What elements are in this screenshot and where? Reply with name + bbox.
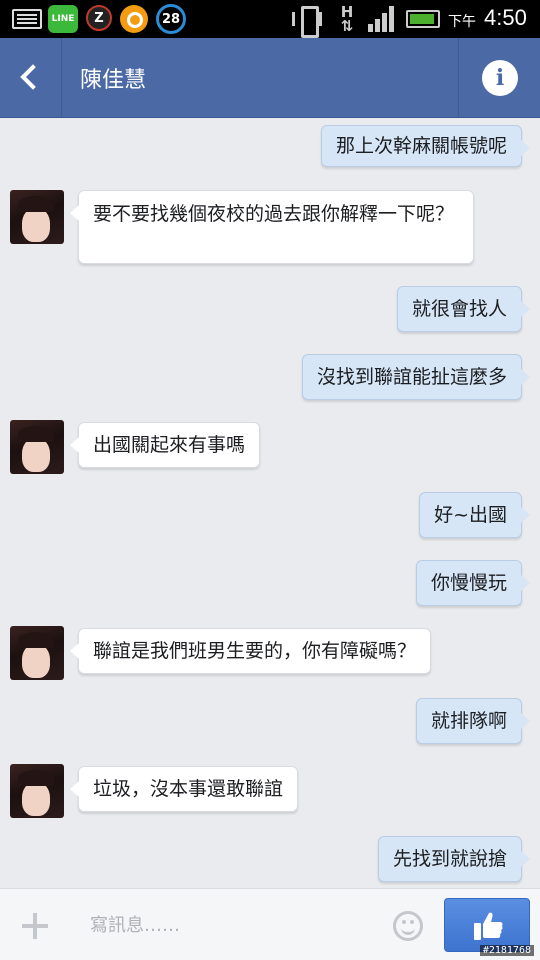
contact-avatar[interactable] bbox=[10, 190, 64, 244]
network-label: H bbox=[340, 3, 354, 21]
watermark: #2181768 bbox=[479, 945, 534, 956]
outgoing-message[interactable]: 那上次幹麻關帳號呢 bbox=[320, 125, 531, 167]
status-bar: LINE Z 28 H ⇅ 下午 4:50 bbox=[0, 0, 540, 38]
vibrate-icon bbox=[292, 6, 322, 38]
message-input[interactable] bbox=[90, 907, 380, 943]
outgoing-message[interactable]: 就很會找人 bbox=[396, 286, 531, 332]
contact-name[interactable]: 陳佳慧 bbox=[80, 62, 146, 94]
badge-count-icon: 28 bbox=[156, 4, 186, 34]
line-app-icon: LINE bbox=[48, 5, 78, 33]
outgoing-message[interactable]: 你慢慢玩 bbox=[415, 560, 531, 606]
outgoing-message[interactable]: 沒找到聯誼能扯這麼多 bbox=[301, 354, 531, 400]
outgoing-message[interactable]: 就排隊啊 bbox=[415, 698, 531, 744]
contact-avatar[interactable] bbox=[10, 626, 64, 680]
incoming-message[interactable]: 垃圾，沒本事還敢聯誼 bbox=[69, 766, 299, 812]
network-type-icon: H ⇅ bbox=[340, 3, 354, 35]
outgoing-message[interactable]: 好~出國 bbox=[419, 492, 530, 538]
incoming-message[interactable]: 要不要找幾個夜校的過去跟你解釋一下呢？ bbox=[70, 190, 474, 264]
z-app-icon: Z bbox=[86, 5, 112, 31]
info-label: i bbox=[495, 65, 505, 91]
message-notification-icon bbox=[12, 9, 42, 29]
incoming-message[interactable]: 聯誼是我們班男生要的，你有障礙嗎？ bbox=[69, 628, 432, 674]
incoming-message[interactable]: 出國關起來有事嗎 bbox=[69, 422, 261, 468]
composer-bar bbox=[0, 888, 540, 960]
battery-icon bbox=[406, 10, 440, 28]
line-label: LINE bbox=[51, 14, 75, 24]
thumbs-up-icon bbox=[474, 912, 503, 940]
conversation-header: 陳佳慧 i bbox=[0, 38, 540, 118]
contact-avatar[interactable] bbox=[10, 420, 64, 474]
status-time: 4:50 bbox=[484, 5, 527, 30]
contact-avatar[interactable] bbox=[10, 764, 64, 818]
info-icon: i bbox=[482, 60, 518, 96]
orange-app-icon bbox=[120, 5, 148, 33]
badge-count: 28 bbox=[161, 11, 181, 27]
message-list[interactable]: 那上次幹麻關帳號呢 要不要找幾個夜校的過去跟你解釋一下呢？ 就很會找人 沒找到聯… bbox=[0, 118, 540, 888]
plus-icon[interactable] bbox=[20, 911, 50, 941]
smiley-icon[interactable] bbox=[393, 911, 423, 941]
like-button[interactable] bbox=[444, 898, 530, 952]
info-button[interactable]: i bbox=[458, 38, 540, 118]
status-ampm: 下午 bbox=[448, 14, 476, 30]
back-button[interactable] bbox=[0, 38, 62, 118]
z-label: Z bbox=[94, 10, 104, 26]
signal-icon bbox=[368, 6, 398, 32]
outgoing-message[interactable]: 先找到就說搶 bbox=[377, 836, 531, 882]
